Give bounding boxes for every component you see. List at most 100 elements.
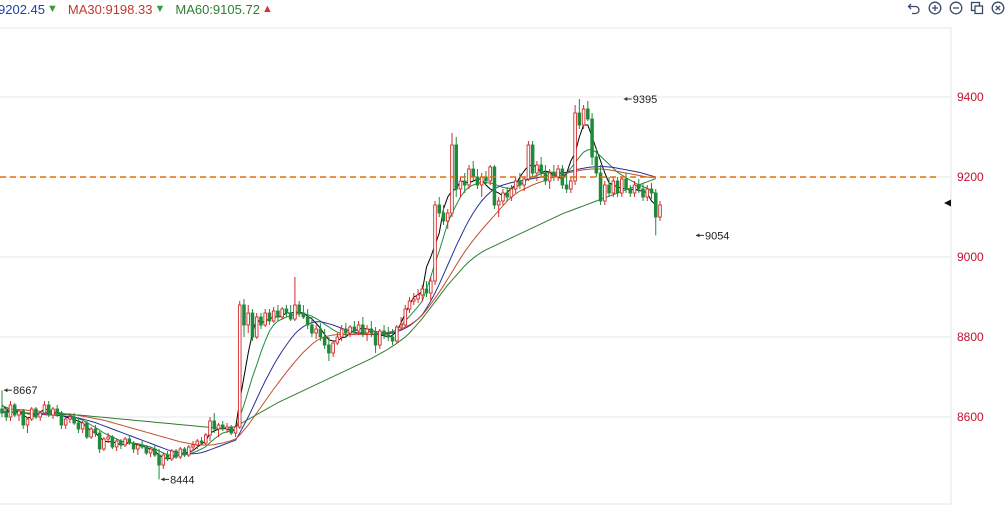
ma-line-ma60 [2,178,656,429]
annotation-arrowhead [4,388,8,393]
annotation-arrowhead [161,477,165,482]
candle-body [161,454,166,466]
candle [615,177,620,197]
candle-body [509,188,514,198]
candle [263,309,267,327]
candle [407,297,412,313]
candle-body [55,408,59,414]
candle-body [51,408,55,416]
candle [153,445,157,457]
chart-root: 9202.45 ▼ MA30:9198.33 ▼ MA60:9105.72 ▲ [0,0,1008,514]
candle-body [365,328,369,334]
candle-body [441,212,446,222]
candle [271,307,276,323]
candle-body [564,184,569,190]
candle [12,403,17,417]
y-tick-label: 8600 [957,410,984,424]
candle-body [653,192,658,218]
candle [178,447,183,459]
candle [301,305,306,319]
ma-line-ma30 [2,168,656,446]
candle [34,407,38,419]
candle-body [97,432,102,450]
candle-body [352,326,357,332]
candle-body [373,332,378,346]
candle-body [8,404,13,418]
ma-line-ma10 [1,149,657,456]
candle-body [305,316,310,326]
candle [488,165,492,185]
candle-body [581,108,586,126]
candle-body [518,180,522,186]
candle [280,307,284,319]
candle [352,321,357,333]
candle [641,183,645,201]
candle-body [110,436,115,448]
candle [327,337,331,361]
candle-body [369,328,374,334]
candle [526,141,531,181]
y-tick-label: 9000 [957,250,984,264]
candle-body [603,184,607,202]
candle-body [395,326,399,342]
candle [598,165,603,205]
candle-body [165,454,170,460]
candle-body [501,192,505,202]
candle-body [467,168,471,186]
candle-body [407,300,412,310]
candle-body [131,442,136,450]
candle-body [144,446,149,454]
candle [246,305,250,333]
candle [80,421,85,433]
candle [581,105,586,129]
candle-body [382,330,386,336]
candle [590,113,594,165]
price-annotation: 9395 [623,94,657,106]
candle-body [254,316,259,338]
candle-body [458,180,463,190]
price-annotations: 8667 8444 9395 9054 [4,94,729,486]
candle-body [212,420,217,430]
candle [161,453,166,469]
candle-body [182,448,187,456]
annotation-label: 8444 [170,474,194,486]
candle [365,325,369,341]
candle-body [157,454,161,466]
candle-body [314,328,318,334]
candle-body [38,412,42,418]
candle-body [76,422,81,430]
candle-body [445,212,450,222]
candle [259,313,263,329]
candle-body [153,448,157,456]
candle-body [29,408,34,420]
candle [649,183,654,199]
candle-body [246,312,250,326]
candle-body [297,304,301,314]
candle [63,417,68,429]
candle [233,425,238,437]
candle-body [199,440,204,444]
candle [395,325,399,343]
candle-body [522,178,526,186]
candle-body [348,326,352,334]
candle-body [136,444,140,450]
candle [8,401,13,421]
candle [450,133,454,217]
candle-body [102,438,106,450]
candle [653,189,658,236]
candle-body [170,450,174,460]
candle-body [386,334,391,338]
candle-body [428,280,433,294]
candle-body [505,192,509,198]
candle [603,181,607,205]
candle [556,165,560,181]
candle [59,411,64,429]
annotation-arrowhead [623,97,628,101]
candle-body [89,428,93,438]
candle-body [250,312,255,338]
candle-body [276,310,280,318]
y-tick-label: 9200 [957,170,984,184]
candle-body [496,200,501,206]
candle [229,425,234,435]
candle [276,305,280,321]
